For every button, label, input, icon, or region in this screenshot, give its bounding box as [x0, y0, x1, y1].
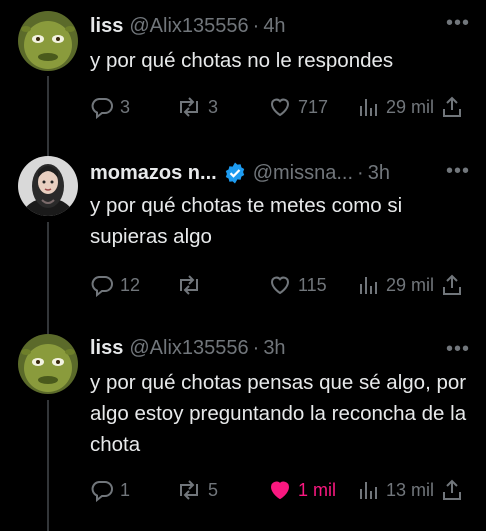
retweet-count: 5: [208, 479, 219, 500]
avatar-momazos[interactable]: [18, 156, 78, 216]
display-name[interactable]: liss: [90, 15, 123, 38]
user-handle[interactable]: @Alix135556: [129, 15, 248, 38]
heart-icon: [270, 98, 290, 117]
reply-icon: [91, 276, 113, 297]
view-count: 29 mil: [386, 274, 435, 295]
view-count: 13 mil: [386, 479, 435, 500]
view-count: 29 mil: [386, 96, 435, 117]
tweet-text: y por qué chotas no le respondes: [90, 49, 394, 72]
share-icon: [443, 274, 461, 295]
reply-count: 1: [120, 479, 131, 500]
separator-dot: ·: [252, 336, 260, 359]
reply-count: 3: [120, 96, 131, 117]
like-count: 717: [298, 96, 329, 117]
reply-button[interactable]: 12: [90, 272, 140, 298]
verified-icon[interactable]: [223, 161, 247, 185]
reply-button[interactable]: 1: [90, 477, 130, 503]
timestamp[interactable]: 3h: [368, 162, 390, 185]
timestamp[interactable]: 3h: [263, 337, 285, 360]
reply-icon: [91, 98, 113, 119]
retweet-button[interactable]: [176, 272, 208, 298]
user-handle[interactable]: @missna...: [253, 162, 353, 185]
retweet-icon: [180, 275, 198, 295]
like-button[interactable]: 1 mil: [268, 477, 336, 503]
share-icon: [443, 479, 461, 500]
tweet-header: liss @Alix135556 · 3h: [90, 334, 486, 362]
thread-line: [47, 222, 49, 334]
views-icon: [360, 277, 377, 294]
more-icon[interactable]: •••: [446, 160, 470, 183]
retweet-button[interactable]: 3: [176, 94, 218, 120]
share-icon: [443, 96, 461, 117]
tweet-2[interactable]: momazos n... @missna... · 3h ••• y por q…: [0, 148, 486, 334]
retweet-count: 3: [208, 96, 219, 117]
tweet-text: y por qué chotas pensas que sé algo, por…: [90, 371, 467, 456]
display-name[interactable]: momazos n...: [90, 162, 217, 185]
views-icon: [360, 99, 377, 116]
separator-dot: ·: [357, 161, 364, 184]
tweet-actions: 1 5 1 mil 13 mil: [90, 477, 472, 503]
like-button[interactable]: 717: [268, 94, 328, 120]
reply-count: 12: [120, 274, 141, 295]
reply-button[interactable]: 3: [90, 94, 130, 120]
thread-line: [47, 400, 49, 531]
tweet-header: liss @Alix135556 · 4h: [90, 12, 486, 40]
views-button[interactable]: 13 mil: [358, 477, 434, 503]
separator-dot: ·: [252, 14, 260, 37]
avatar-liss[interactable]: [18, 334, 78, 394]
share-button[interactable]: [440, 477, 464, 503]
retweet-icon: [180, 480, 198, 500]
tweet-3[interactable]: liss @Alix135556 · 3h ••• y por qué chot…: [0, 334, 486, 531]
more-icon[interactable]: •••: [446, 12, 470, 35]
tweet-actions: 3 3 717 29 mil: [90, 94, 472, 120]
tweet-text: y por qué chotas te metes como si supier…: [90, 194, 403, 248]
reply-icon: [91, 481, 113, 502]
shrek-avatar-image: [18, 11, 78, 71]
user-avatar-image: [18, 156, 78, 216]
tweet-header: momazos n... @missna... · 3h: [90, 159, 486, 187]
like-count: 1 mil: [298, 479, 337, 500]
like-count: 115: [298, 274, 327, 295]
display-name[interactable]: liss: [90, 337, 123, 360]
views-button[interactable]: 29 mil: [358, 94, 434, 120]
avatar-liss[interactable]: [18, 11, 78, 71]
timestamp[interactable]: 4h: [263, 15, 285, 38]
share-button[interactable]: [440, 94, 464, 120]
shrek-avatar-image: [18, 334, 78, 394]
retweet-button[interactable]: 5: [176, 477, 218, 503]
views-button[interactable]: 29 mil: [358, 272, 434, 298]
tweet-actions: 12 115 29 mil: [90, 272, 472, 298]
thread-line: [47, 76, 49, 156]
retweet-icon: [180, 97, 198, 117]
views-icon: [360, 482, 377, 499]
more-icon[interactable]: •••: [446, 338, 470, 361]
share-button[interactable]: [440, 272, 464, 298]
like-button[interactable]: 115: [268, 272, 327, 298]
user-handle[interactable]: @Alix135556: [129, 337, 248, 360]
heart-icon: [270, 276, 290, 295]
tweet-1[interactable]: liss @Alix135556 · 4h ••• y por qué chot…: [0, 8, 486, 156]
heart-icon: [270, 481, 290, 500]
thread-line: [47, 148, 49, 154]
